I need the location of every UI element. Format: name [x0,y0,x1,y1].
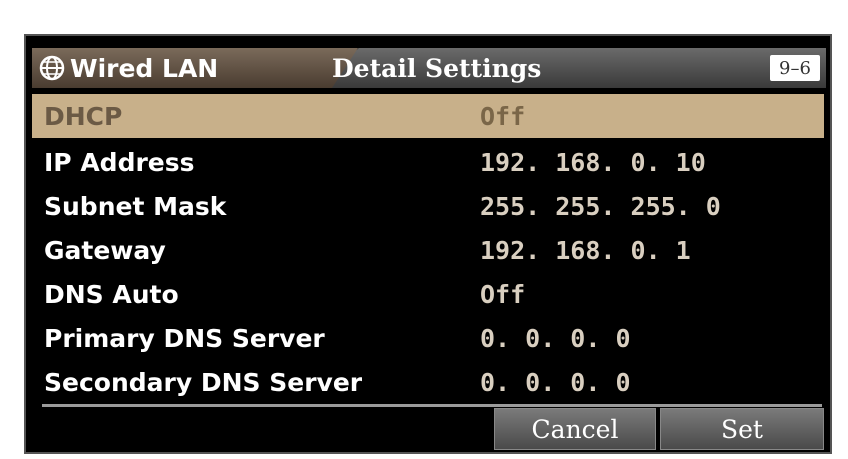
setting-label: Gateway [44,235,166,265]
setting-row-primary-dns[interactable]: Primary DNS Server 0. 0. 0. 0 [32,316,824,360]
divider [42,404,822,407]
setting-label: Subnet Mask [44,191,227,221]
setting-value: 255. 255. 255. 0 [480,191,721,221]
setting-row-dns-auto[interactable]: DNS Auto Off [32,272,824,316]
setting-value: 192. 168. 0. 1 [480,235,691,265]
cancel-button[interactable]: Cancel [494,408,656,450]
page-number-badge: 9–6 [770,55,820,81]
globe-icon [39,55,65,81]
setting-label: Primary DNS Server [44,323,325,353]
page-title: Detail Settings [332,53,542,83]
setting-value: 0. 0. 0. 0 [480,323,631,353]
setting-label: IP Address [44,147,195,177]
set-button[interactable]: Set [660,408,824,450]
settings-screen: Wired LAN Detail Settings 9–6 DHCP Off I… [24,34,832,454]
tab-label: Wired LAN [70,53,219,83]
setting-label: Secondary DNS Server [44,367,363,397]
setting-value: 192. 168. 0. 10 [480,147,706,177]
setting-value: 0. 0. 0. 0 [480,367,631,397]
tab-wired-lan[interactable]: Wired LAN [32,48,358,88]
setting-row-subnet-mask[interactable]: Subnet Mask 255. 255. 255. 0 [32,184,824,228]
setting-value: Off [480,101,526,131]
setting-value: Off [480,279,526,309]
setting-row-dhcp[interactable]: DHCP Off [32,94,824,138]
setting-label: DNS Auto [44,279,179,309]
setting-row-gateway[interactable]: Gateway 192. 168. 0. 1 [32,228,824,272]
setting-label: DHCP [44,101,123,131]
setting-row-secondary-dns[interactable]: Secondary DNS Server 0. 0. 0. 0 [32,360,824,404]
setting-row-ip-address[interactable]: IP Address 192. 168. 0. 10 [32,140,824,184]
